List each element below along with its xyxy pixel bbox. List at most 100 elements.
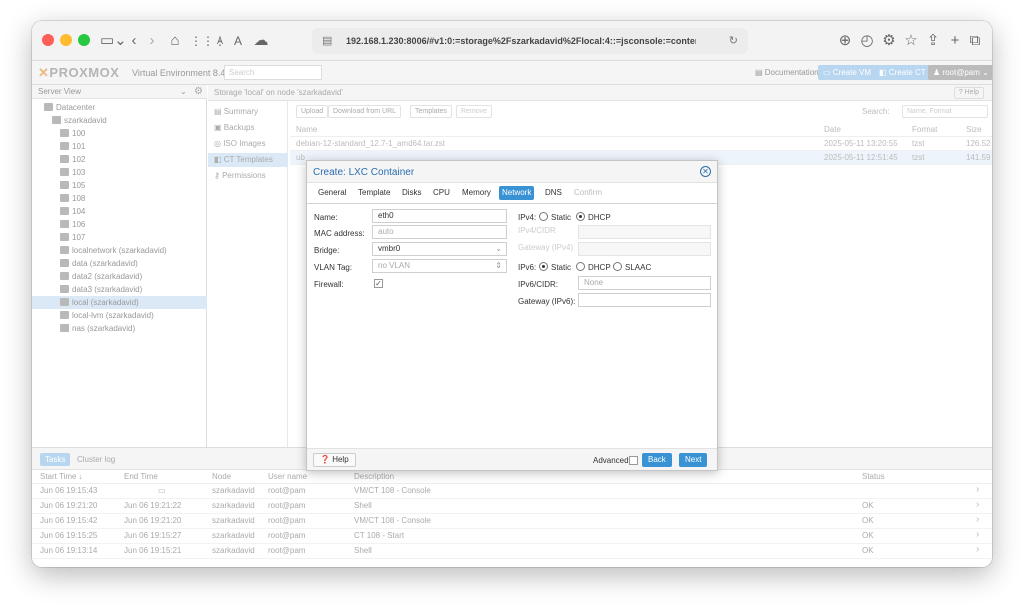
download-from-url-button[interactable]: Download from URL bbox=[328, 105, 402, 118]
nav-summary[interactable]: ▤ Summary bbox=[214, 105, 286, 119]
ipv4-dhcp-radio[interactable] bbox=[576, 212, 585, 221]
remove-button[interactable]: Remove bbox=[456, 105, 493, 118]
help-button[interactable]: ❓ Help bbox=[313, 453, 356, 467]
tree-item[interactable]: 105 bbox=[32, 179, 207, 192]
nav-backups[interactable]: ▣ Backups bbox=[214, 121, 286, 135]
tree-item[interactable]: data (szarkadavid) bbox=[32, 257, 207, 270]
minimize-window-button[interactable] bbox=[60, 34, 72, 46]
view-selector[interactable]: Server View ⌄ bbox=[32, 85, 207, 99]
tree-item[interactable]: szarkadavid bbox=[32, 114, 207, 127]
col-status[interactable]: Status bbox=[862, 472, 885, 481]
tab-disks[interactable]: Disks bbox=[399, 186, 425, 200]
settings-gear-icon[interactable]: ⚙ bbox=[880, 30, 898, 52]
tree-item[interactable]: local-lvm (szarkadavid) bbox=[32, 309, 207, 322]
history-icon[interactable]: ◴ bbox=[858, 30, 876, 52]
ipv6-static-radio[interactable] bbox=[539, 262, 548, 271]
back-button[interactable]: Back bbox=[642, 453, 672, 467]
task-row[interactable]: Jun 06 19:15:25 Jun 06 19:15:27 szarkadavi… bbox=[32, 529, 992, 544]
grid-search-input[interactable]: Name, Format bbox=[902, 105, 988, 118]
firewall-checkbox[interactable]: ✓ bbox=[374, 279, 383, 288]
global-search-input[interactable]: Search bbox=[224, 65, 322, 80]
download-icon[interactable]: ⊕ bbox=[836, 30, 854, 52]
tree-settings-gear-icon[interactable]: ⚙ bbox=[194, 86, 206, 100]
upload-button[interactable]: Upload bbox=[296, 105, 329, 118]
nav-permissions[interactable]: ⚷ Permissions bbox=[214, 169, 286, 183]
create-ct-button[interactable]: ◧ Create CT bbox=[874, 65, 931, 80]
ipv6-slaac-radio[interactable] bbox=[613, 262, 622, 271]
mac-address-field[interactable]: auto bbox=[372, 225, 507, 239]
ipv4-cidr-field[interactable] bbox=[578, 225, 711, 239]
chevron-right-icon[interactable]: › bbox=[976, 529, 979, 540]
sidebar-toggle-icon[interactable]: ▭⌄ bbox=[100, 30, 127, 52]
text-smaller-icon[interactable]: A bbox=[214, 30, 226, 52]
tree-item[interactable]: 103 bbox=[32, 166, 207, 179]
tab-memory[interactable]: Memory bbox=[459, 186, 494, 200]
table-row[interactable]: debian-12-standard_12.7-1_amd64.tar.zst … bbox=[290, 137, 992, 151]
tree-item[interactable]: data3 (szarkadavid) bbox=[32, 283, 207, 296]
tree-item[interactable]: 100 bbox=[32, 127, 207, 140]
tree-item[interactable]: 102 bbox=[32, 153, 207, 166]
close-window-button[interactable] bbox=[42, 34, 54, 46]
forward-icon[interactable]: › bbox=[144, 30, 160, 52]
task-row[interactable]: Jun 06 19:15:43 szarkadavid root@pam VM/CT … bbox=[32, 484, 992, 499]
back-icon[interactable]: ‹ bbox=[126, 30, 142, 52]
create-vm-button[interactable]: ▭ Create VM bbox=[818, 65, 877, 80]
chevron-right-icon[interactable]: › bbox=[976, 484, 979, 495]
tree-item[interactable]: 106 bbox=[32, 218, 207, 231]
maximize-window-button[interactable] bbox=[78, 34, 90, 46]
tab-network[interactable]: Network bbox=[499, 186, 535, 200]
panel-help-button[interactable]: ? Help bbox=[953, 87, 984, 99]
tree-item[interactable]: Datacenter bbox=[32, 101, 207, 114]
ipv6-cidr-field[interactable]: None bbox=[578, 276, 711, 290]
user-menu-button[interactable]: ♟ root@pam ⌄ bbox=[928, 65, 992, 80]
tab-general[interactable]: General bbox=[315, 186, 349, 200]
gateway-ipv6-field[interactable] bbox=[578, 293, 711, 307]
tree-item[interactable]: local (szarkadavid) bbox=[32, 296, 207, 309]
tree-item[interactable]: 104 bbox=[32, 205, 207, 218]
tab-template[interactable]: Template bbox=[355, 186, 393, 200]
task-row[interactable]: Jun 06 19:21:20 Jun 06 19:21:22 szarkadavi… bbox=[32, 499, 992, 514]
address-bar[interactable]: ▤ 192.168.1.230:8006/#v1:0:=storage%2Fsz… bbox=[312, 28, 748, 54]
share-icon[interactable]: ⇪ bbox=[924, 30, 942, 52]
chevron-right-icon[interactable]: › bbox=[976, 499, 979, 510]
close-icon[interactable]: ✕ bbox=[700, 166, 711, 177]
vlan-tag-field[interactable]: no VLAN ⇕ bbox=[372, 259, 507, 273]
col-user[interactable]: User name bbox=[268, 472, 307, 481]
tab-dns[interactable]: DNS bbox=[542, 186, 565, 200]
gateway-ipv4-field[interactable] bbox=[578, 242, 711, 256]
reload-icon[interactable]: ↻ bbox=[729, 28, 738, 54]
tree-item[interactable]: 101 bbox=[32, 140, 207, 153]
home-icon[interactable]: ⌂ bbox=[166, 30, 184, 52]
tree-item[interactable]: data2 (szarkadavid) bbox=[32, 270, 207, 283]
bookmark-star-icon[interactable]: ☆ bbox=[902, 30, 920, 52]
tree-item[interactable]: 108 bbox=[32, 192, 207, 205]
tab-confirm[interactable]: Confirm bbox=[571, 186, 605, 200]
stepper-icon[interactable]: ⇕ bbox=[495, 260, 502, 272]
col-name[interactable]: Name bbox=[296, 125, 317, 134]
tab-overview-icon[interactable]: ⧉ bbox=[966, 30, 984, 52]
col-end-time[interactable]: End Time bbox=[124, 472, 158, 481]
next-button[interactable]: Next bbox=[679, 453, 708, 467]
ipv6-dhcp-radio[interactable] bbox=[576, 262, 585, 271]
tab-tasks[interactable]: Tasks bbox=[40, 453, 71, 466]
col-date[interactable]: Date bbox=[824, 125, 841, 134]
col-size[interactable]: Size bbox=[966, 125, 982, 134]
tree-item[interactable]: nas (szarkadavid) bbox=[32, 322, 207, 335]
text-larger-icon[interactable]: A bbox=[232, 30, 244, 52]
ipv4-static-radio[interactable] bbox=[539, 212, 548, 221]
cloud-icon[interactable]: ☁ bbox=[252, 30, 270, 52]
chevron-right-icon[interactable]: › bbox=[976, 514, 979, 525]
tab-cluster-log[interactable]: Cluster log bbox=[72, 453, 120, 466]
new-tab-icon[interactable]: + bbox=[946, 30, 964, 52]
grid-icon[interactable]: ⋮⋮⋮ bbox=[190, 30, 226, 52]
col-start-time[interactable]: Start Time ↓ bbox=[40, 472, 83, 481]
name-field[interactable]: eth0 bbox=[372, 209, 507, 223]
nav-ct-templates[interactable]: ◧ CT Templates bbox=[208, 153, 288, 167]
tree-item[interactable]: 107 bbox=[32, 231, 207, 244]
col-node[interactable]: Node bbox=[212, 472, 231, 481]
nav-iso-images[interactable]: ◎ ISO Images bbox=[214, 137, 286, 151]
documentation-button[interactable]: ▤ Documentation bbox=[750, 65, 824, 80]
tab-cpu[interactable]: CPU bbox=[430, 186, 453, 200]
chevron-right-icon[interactable]: › bbox=[976, 544, 979, 555]
col-format[interactable]: Format bbox=[912, 125, 937, 134]
